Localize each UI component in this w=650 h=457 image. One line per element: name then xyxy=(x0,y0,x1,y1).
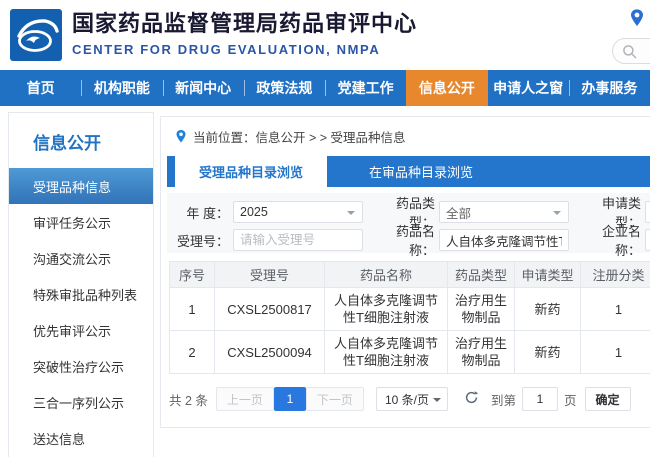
pagination: 共 2 条 上一页 1 下一页 10 条/页 到第 页 确定 xyxy=(169,387,631,411)
tab-accepted-catalog[interactable]: 受理品种目录浏览 xyxy=(175,156,327,187)
prev-page-button[interactable]: 上一页 xyxy=(216,387,274,411)
tab-under-review-catalog[interactable]: 在审品种目录浏览 xyxy=(341,156,501,187)
sidebar-item-communication[interactable]: 沟通交流公示 xyxy=(9,240,153,276)
nav-item-home[interactable]: 首页 xyxy=(0,70,81,106)
page-size-select[interactable]: 10 条/页 xyxy=(376,387,448,411)
nav-item-applicant-window[interactable]: 申请人之窗 xyxy=(488,70,569,106)
site-header: 国家药品监督管理局药品审评中心 CENTER FOR DRUG EVALUATI… xyxy=(0,0,650,70)
drug-type-select[interactable]: 全部 xyxy=(439,201,569,223)
cell-index: 1 xyxy=(170,288,215,331)
filter-panel: 年 度： 2025 药品类型： 全部 申请类型： 全部 受理号： 药品名称： 企… xyxy=(167,193,650,253)
year-select-value: 2025 xyxy=(240,205,268,219)
main-panel: 当前位置：信息公开 > > 受理品种信息 受理品种目录浏览 在审品种目录浏览 年… xyxy=(160,116,650,428)
company-label: 企业名称： xyxy=(579,221,641,259)
breadcrumb: 当前位置：信息公开 > > 受理品种信息 xyxy=(175,127,406,146)
breadcrumb-pin-icon xyxy=(175,129,187,144)
drug-type-select-value: 全部 xyxy=(446,203,471,222)
sidebar-item-three-in-one[interactable]: 三合一序列公示 xyxy=(9,384,153,420)
cell-acceptance-no: CXSL2500817 xyxy=(215,288,325,331)
cell-drug-name: 人自体多克隆调节性T细胞注射液 xyxy=(325,288,448,331)
results-table: 序号 受理号 药品名称 药品类型 申请类型 注册分类 1 CXSL2500817… xyxy=(169,261,650,374)
apply-type-select[interactable]: 全部 xyxy=(645,201,650,223)
accept-no-label: 受理号： xyxy=(167,231,229,250)
site-title: 国家药品监督管理局药品审评中心 xyxy=(72,10,417,38)
goto-page-input[interactable] xyxy=(522,387,558,411)
cell-apply-type: 新药 xyxy=(515,331,581,374)
location-pin-icon[interactable] xyxy=(629,8,645,28)
site-subtitle: CENTER FOR DRUG EVALUATION, NMPA xyxy=(72,42,417,57)
cell-reg-class: 1 xyxy=(581,288,650,331)
col-header-reg-class: 注册分类 xyxy=(581,262,650,288)
tab-bar: 受理品种目录浏览 在审品种目录浏览 xyxy=(167,156,650,187)
nav-item-policy[interactable]: 政策法规 xyxy=(244,70,325,106)
table-row: 2 CXSL2500094 人自体多克隆调节性T细胞注射液 治疗用生物制品 新药… xyxy=(170,331,650,374)
goto-label: 到第 xyxy=(491,390,516,409)
total-count: 共 2 条 xyxy=(169,390,208,409)
refresh-icon[interactable] xyxy=(464,390,479,408)
col-header-drug-name: 药品名称 xyxy=(325,262,448,288)
page-number-1[interactable]: 1 xyxy=(274,387,306,411)
main-nav: 首页 机构职能 新闻中心 政策法规 党建工作 信息公开 申请人之窗 办事服务 xyxy=(0,70,650,106)
accept-no-input[interactable] xyxy=(233,229,363,251)
site-search-input[interactable] xyxy=(612,38,650,64)
sidebar: 信息公开 受理品种信息 审评任务公示 沟通交流公示 特殊审批品种列表 优先审评公… xyxy=(8,112,154,457)
breadcrumb-text: 当前位置：信息公开 > > 受理品种信息 xyxy=(193,127,406,146)
cde-logo xyxy=(10,9,62,61)
col-header-drug-type: 药品类型 xyxy=(448,262,515,288)
sidebar-item-special-approval[interactable]: 特殊审批品种列表 xyxy=(9,276,153,312)
drug-name-input[interactable] xyxy=(439,229,569,251)
cell-apply-type: 新药 xyxy=(515,288,581,331)
col-header-index: 序号 xyxy=(170,262,215,288)
cell-index: 2 xyxy=(170,331,215,374)
cell-drug-name: 人自体多克隆调节性T细胞注射液 xyxy=(325,331,448,374)
table-row: 1 CXSL2500817 人自体多克隆调节性T细胞注射液 治疗用生物制品 新药… xyxy=(170,288,650,331)
company-input[interactable] xyxy=(645,229,650,251)
year-select[interactable]: 2025 xyxy=(233,201,363,223)
sidebar-item-breakthrough-therapy[interactable]: 突破性治疗公示 xyxy=(9,348,153,384)
sidebar-item-accepted-products[interactable]: 受理品种信息 xyxy=(9,168,153,204)
next-page-button[interactable]: 下一页 xyxy=(306,387,364,411)
nav-item-party[interactable]: 党建工作 xyxy=(325,70,406,106)
sidebar-item-priority-review[interactable]: 优先审评公示 xyxy=(9,312,153,348)
col-header-acceptance-no: 受理号 xyxy=(215,262,325,288)
cell-acceptance-no: CXSL2500094 xyxy=(215,331,325,374)
confirm-button[interactable]: 确定 xyxy=(585,387,631,411)
nav-item-news[interactable]: 新闻中心 xyxy=(163,70,244,106)
col-header-apply-type: 申请类型 xyxy=(515,262,581,288)
nav-item-services[interactable]: 办事服务 xyxy=(569,70,650,106)
nav-item-functions[interactable]: 机构职能 xyxy=(81,70,162,106)
nav-item-info-disclosure[interactable]: 信息公开 xyxy=(406,70,487,106)
sidebar-item-delivery-info[interactable]: 送达信息 xyxy=(9,420,153,456)
goto-unit: 页 xyxy=(564,390,577,409)
search-icon xyxy=(622,44,637,59)
table-header-row: 序号 受理号 药品名称 药品类型 申请类型 注册分类 xyxy=(170,262,650,288)
cell-reg-class: 1 xyxy=(581,331,650,374)
drug-name-label: 药品名称： xyxy=(373,221,435,259)
cell-drug-type: 治疗用生物制品 xyxy=(448,331,515,374)
cell-drug-type: 治疗用生物制品 xyxy=(448,288,515,331)
sidebar-title: 信息公开 xyxy=(9,113,153,168)
year-label: 年 度： xyxy=(167,203,229,222)
sidebar-item-review-tasks[interactable]: 审评任务公示 xyxy=(9,204,153,240)
